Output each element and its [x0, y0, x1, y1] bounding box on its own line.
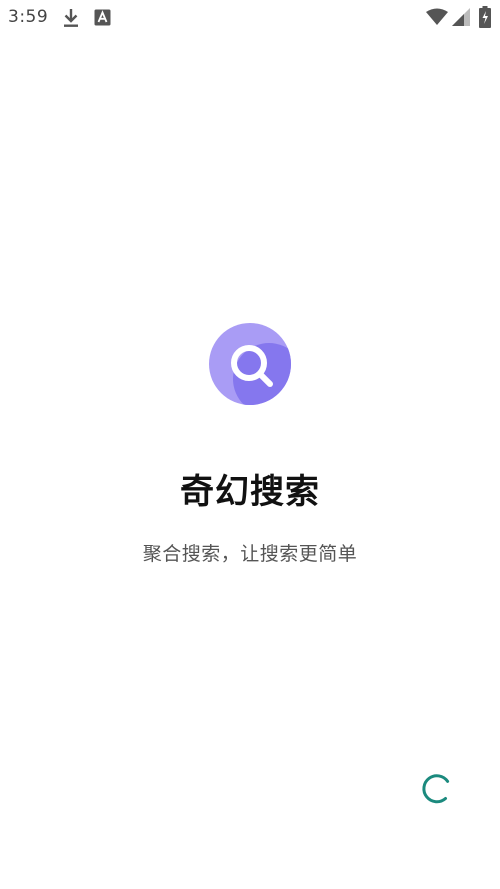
status-bar: 3:59: [0, 0, 500, 34]
font-a-icon: [94, 9, 111, 26]
wifi-icon: [426, 8, 448, 25]
download-icon: [64, 9, 78, 27]
loading-spinner-icon: [422, 774, 450, 804]
signal-icon: [452, 8, 470, 26]
app-title: 奇幻搜索: [180, 472, 320, 512]
status-time: 3:59: [8, 7, 49, 27]
app-subtitle: 聚合搜索，让搜索更简单: [142, 543, 358, 565]
search-logo-icon: [209, 323, 291, 405]
battery-icon: [479, 6, 491, 28]
